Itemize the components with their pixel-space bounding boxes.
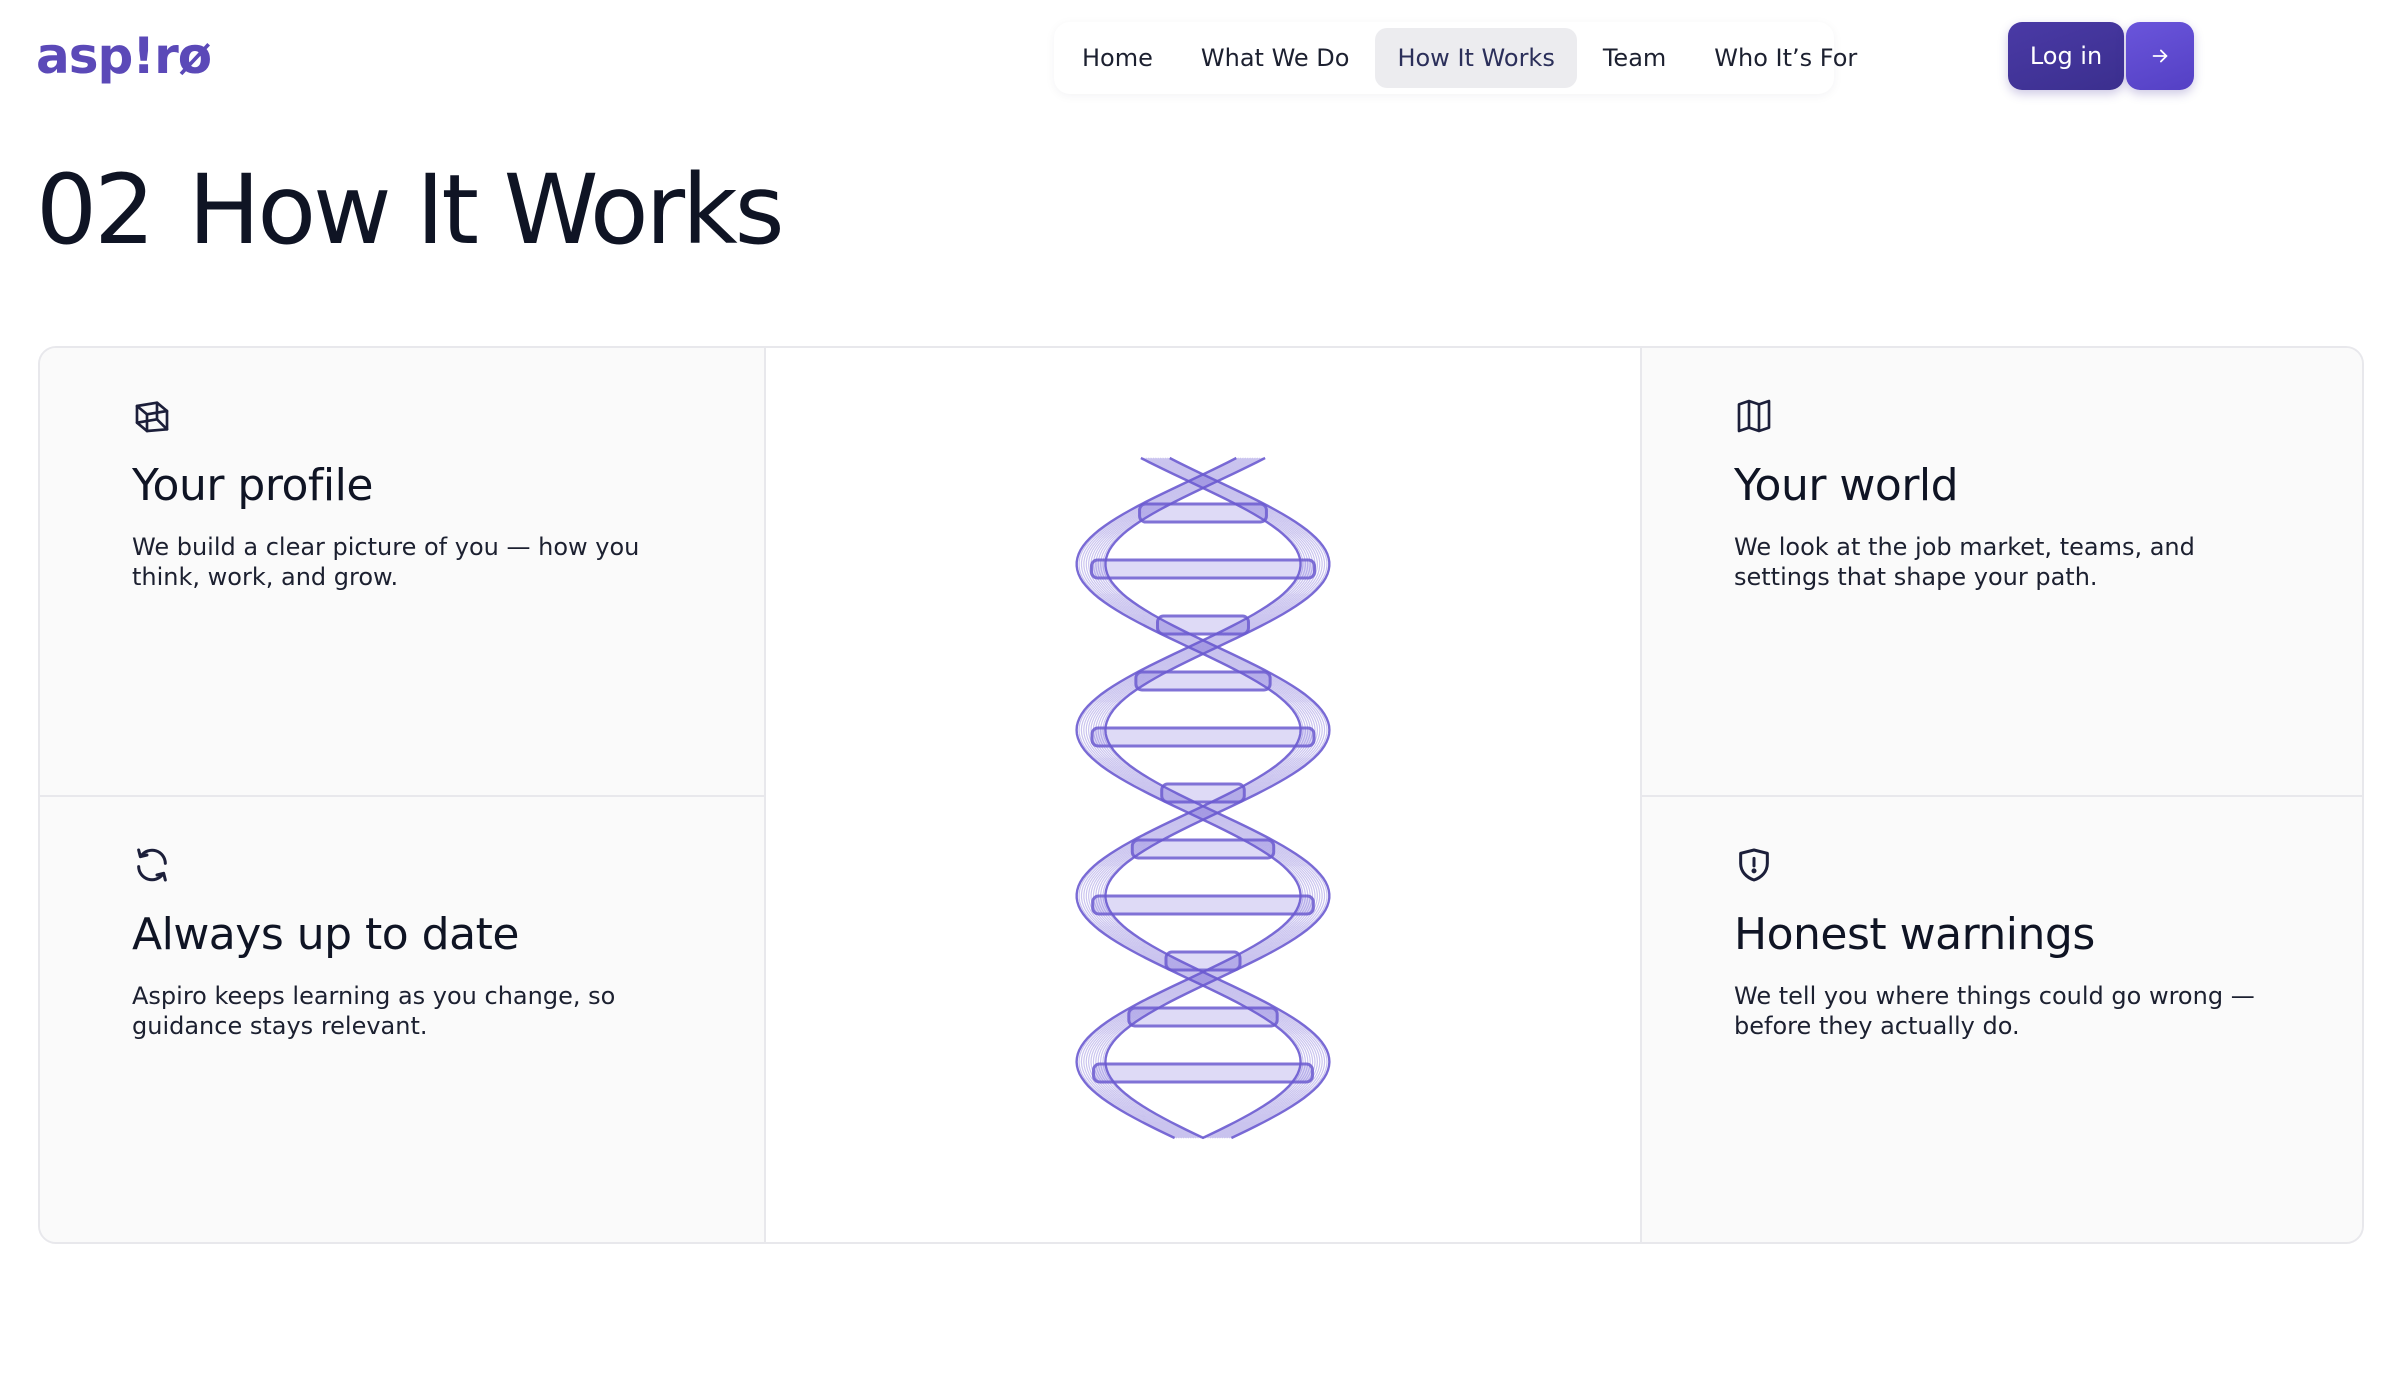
main-nav: Home What We Do How It Works Team Who It… bbox=[1054, 22, 1857, 94]
logo[interactable]: asp!rø bbox=[36, 26, 212, 86]
shield-alert-icon bbox=[1739, 848, 1769, 882]
features-grid: Your profile We build a clear picture of… bbox=[38, 346, 2364, 1244]
page-title: 02 How It Works bbox=[36, 150, 785, 270]
nav-home[interactable]: Home bbox=[1060, 28, 1175, 88]
card-title: Your world bbox=[1734, 460, 1959, 511]
nav-team[interactable]: Team bbox=[1581, 28, 1688, 88]
nav-what-we-do[interactable]: What We Do bbox=[1179, 28, 1372, 88]
map-icon bbox=[1737, 399, 1771, 433]
dna-rung bbox=[1092, 1062, 1314, 1084]
section-number: 02 bbox=[36, 154, 155, 266]
dna-rung bbox=[1090, 726, 1316, 748]
card-description: We look at the job market, teams, and se… bbox=[1734, 533, 2195, 591]
nav-how-it-works[interactable]: How It Works bbox=[1375, 28, 1577, 88]
card-description: We build a clear picture of you — how yo… bbox=[132, 533, 640, 591]
dna-rung bbox=[1091, 894, 1315, 916]
card-title: Honest warnings bbox=[1734, 909, 2095, 960]
login-button[interactable]: Log in bbox=[2008, 22, 2124, 90]
dna-rung bbox=[1089, 558, 1317, 580]
card-your-world: Your world We look at the job market, te… bbox=[1640, 348, 2362, 797]
login-arrow-button[interactable] bbox=[2126, 22, 2194, 90]
refresh-icon bbox=[137, 848, 167, 882]
card-honest-warnings: Honest warnings We tell you where things… bbox=[1640, 797, 2362, 1242]
card-title: Your profile bbox=[132, 460, 373, 511]
cube-icon bbox=[135, 401, 169, 433]
dna-illustration-panel bbox=[766, 348, 1640, 1242]
arrow-right-icon bbox=[2152, 49, 2168, 63]
card-description: Aspiro keeps learning as you change, so … bbox=[132, 982, 616, 1040]
card-title: Always up to date bbox=[132, 909, 519, 960]
card-your-profile: Your profile We build a clear picture of… bbox=[40, 348, 766, 797]
nav-who-its-for[interactable]: Who It’s For bbox=[1692, 28, 1879, 88]
card-always-up-to-date: Always up to date Aspiro keeps learning … bbox=[40, 797, 766, 1242]
card-description: We tell you where things could go wrong … bbox=[1734, 982, 2255, 1040]
dna-helix-illustration bbox=[1075, 456, 1331, 1140]
section-title: How It Works bbox=[188, 154, 785, 266]
